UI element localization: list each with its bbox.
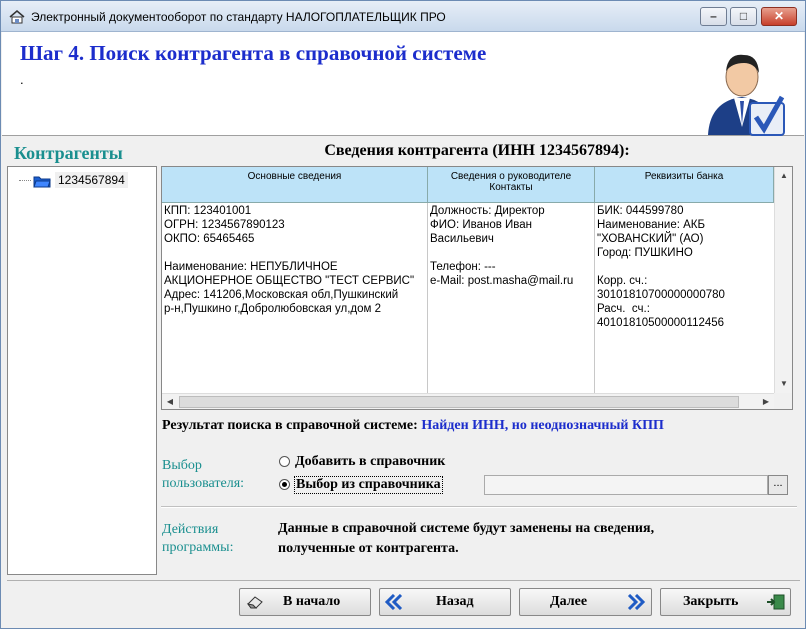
radio-add-label: Добавить в справочник (295, 454, 446, 469)
scroll-thumb[interactable] (179, 396, 739, 408)
user-check-icon (708, 54, 785, 136)
program-actions-text-line1: Данные в справочной системе будут замене… (278, 521, 655, 536)
app-window: Электронный документооборот по стандарту… (0, 0, 806, 629)
scroll-corner (774, 393, 792, 409)
program-actions-label: Действия программы: (162, 521, 233, 557)
horizontal-scrollbar[interactable]: ◀ ▶ (162, 393, 774, 409)
double-chevron-right-icon (627, 594, 646, 610)
sidebar-title: Контрагенты (14, 143, 123, 163)
cell-main-info: КПП: 123401001 ОГРН: 1234567890123 ОКПО:… (164, 205, 415, 315)
page-title: Шаг 4. Поиск контрагента в справочной си… (20, 41, 487, 65)
directory-select-field[interactable] (484, 475, 768, 495)
vertical-scrollbar[interactable]: ▲ ▼ (774, 167, 792, 393)
next-button[interactable]: Далее (519, 588, 652, 616)
column-header-bank[interactable]: Реквизиты банка (595, 167, 774, 203)
program-actions-label-line1: Действия (162, 522, 219, 537)
scroll-up-icon[interactable]: ▲ (775, 167, 792, 185)
user-choice-label-line1: Выбор (162, 458, 202, 473)
wizard-header: Шаг 4. Поиск контрагента в справочной си… (2, 32, 804, 136)
double-chevron-left-icon (384, 594, 403, 610)
search-result: Результат поиска в справочной системе: Н… (162, 418, 664, 434)
maximize-button[interactable]: □ (730, 7, 757, 26)
radio-circle[interactable] (279, 456, 290, 467)
exit-door-icon (767, 594, 785, 610)
divider (161, 506, 797, 508)
back-button[interactable]: Назад (379, 588, 511, 616)
cell-head-info: Должность: Директор ФИО: Иванов Иван Вас… (430, 205, 574, 287)
result-label: Результат поиска в справочной системе: (162, 418, 418, 433)
details-title: Сведения контрагента (ИНН 1234567894): (324, 142, 630, 159)
column-header-main[interactable]: Основные сведения (162, 167, 428, 203)
close-icon: ✕ (773, 9, 785, 23)
result-value: Найден ИНН, но неоднозначный КПП (421, 418, 664, 433)
counterparty-tree[interactable]: 1234567894 (7, 166, 157, 575)
next-button-label: Далее (550, 594, 588, 609)
maximize-icon: □ (739, 9, 748, 23)
minimize-icon: – (710, 9, 717, 23)
cell-bank-info: БИК: 044599780 Наименование: АКБ "ХОВАНС… (597, 205, 725, 329)
page-subtitle: . (20, 72, 24, 87)
tree-item-label: 1234567894 (55, 172, 128, 188)
radio-circle-selected[interactable] (279, 479, 290, 490)
user-choice-label-line2: пользователя: (162, 476, 245, 491)
scroll-right-icon[interactable]: ▶ (758, 394, 774, 409)
browse-button[interactable]: ... (768, 475, 788, 495)
user-choice-label: Выбор пользователя: (162, 457, 244, 493)
radio-pick-label: Выбор из справочника (294, 476, 443, 494)
tree-line (19, 180, 31, 181)
eraser-icon (246, 596, 263, 609)
column-divider (427, 203, 428, 393)
folder-icon (33, 176, 51, 188)
program-actions-text-line2: полученные от контрагента. (278, 541, 459, 556)
column-header-head[interactable]: Сведения о руководителе Контакты (428, 167, 595, 203)
home-button[interactable]: В начало (239, 588, 371, 616)
app-house-icon (9, 10, 25, 24)
scroll-down-icon[interactable]: ▼ (775, 375, 792, 393)
details-table[interactable]: Основные сведения Сведения о руководител… (161, 166, 793, 410)
column-divider (594, 203, 595, 393)
minimize-button[interactable]: – (700, 7, 727, 26)
window-title: Электронный документооборот по стандарту… (31, 10, 446, 24)
program-actions-label-line2: программы: (162, 540, 234, 555)
close-button-label: Закрыть (683, 594, 739, 609)
close-button[interactable]: Закрыть (660, 588, 791, 616)
home-button-label: В начало (283, 594, 341, 609)
close-window-button[interactable]: ✕ (761, 7, 797, 26)
back-button-label: Назад (436, 594, 474, 609)
title-bar: Электронный документооборот по стандарту… (1, 1, 805, 32)
scroll-left-icon[interactable]: ◀ (162, 394, 178, 409)
program-actions-text: Данные в справочной системе будут замене… (278, 519, 654, 559)
